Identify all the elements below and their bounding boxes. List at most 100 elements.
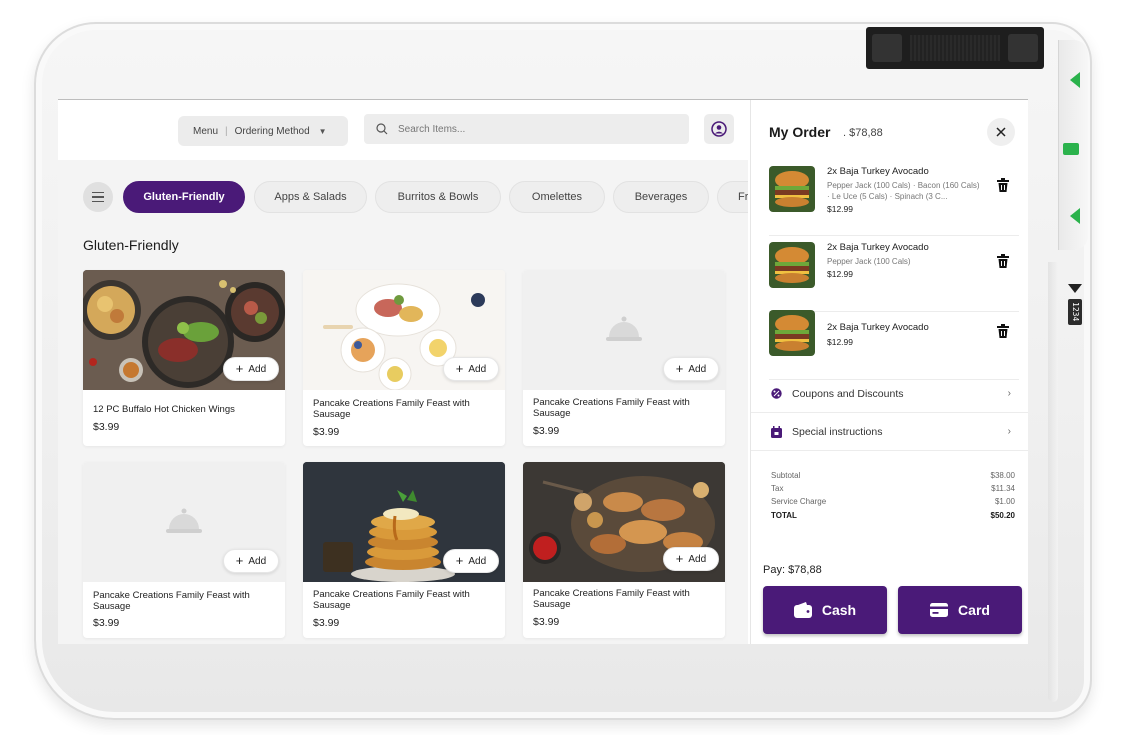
order-item-price: $12.99: [827, 269, 853, 279]
product-name: Pancake Creations Family Feast with Saus…: [533, 397, 690, 419]
burger-thumbnail: [769, 166, 815, 212]
order-item-modifiers: Pepper Jack (100 Cals): [827, 257, 911, 266]
special-instructions-row[interactable]: Special instructions ›: [751, 413, 1028, 451]
green-arrow-icon: [1070, 72, 1080, 88]
product-price: $3.99: [313, 426, 340, 438]
product-name: Pancake Creations Family Feast with Saus…: [313, 398, 470, 420]
camera-lens: [872, 34, 902, 62]
trash-icon: [997, 254, 1009, 268]
order-total: . $78,88: [843, 127, 883, 139]
top-bar: Menu | Ordering Method ▼: [58, 100, 748, 160]
user-profile-button[interactable]: [704, 114, 734, 144]
order-totals: Subtotal $38.00 Tax $11.34 Service Charge $…: [771, 471, 1015, 524]
card-button[interactable]: Card: [898, 586, 1022, 634]
cash-label: Cash: [821, 602, 857, 618]
product-card[interactable]: + Add Pancake Creations Family Feast with…: [83, 462, 285, 638]
add-button[interactable]: + Add: [443, 357, 499, 381]
order-title: My Order: [769, 124, 831, 140]
delete-button[interactable]: [997, 324, 1009, 343]
add-button[interactable]: + Add: [223, 549, 279, 573]
product-card[interactable]: + Add Pancake Creations Family Feast with…: [303, 270, 505, 446]
product-price: $3.99: [313, 617, 340, 629]
product-price: $3.99: [93, 421, 120, 433]
coupons-discounts-row[interactable]: Coupons and Discounts ›: [751, 375, 1028, 413]
tab-more[interactable]: Fr: [717, 181, 748, 213]
add-button[interactable]: + Add: [663, 547, 719, 571]
green-arrow-icon: [1070, 208, 1080, 224]
order-panel: My Order . $78,88 2x Baja Turkey Avocado…: [750, 100, 1028, 644]
tab-omelettes[interactable]: Omelettes: [509, 181, 605, 213]
order-item: 2x Baja Turkey Avocado Pepper Jack (100 …: [769, 166, 1019, 236]
totals-row-total: TOTAL $50.20: [771, 511, 1015, 520]
product-card[interactable]: + Add 12 PC Buffalo Hot Chicken Wings $3.…: [83, 270, 285, 446]
card-label: Card: [958, 602, 990, 618]
search-bar[interactable]: [364, 114, 689, 144]
order-item-name: 2x Baja Turkey Avocado: [827, 166, 929, 177]
special-instructions-label: Special instructions: [792, 425, 883, 438]
product-card[interactable]: + Add Pancake Creations Family Feast with…: [523, 270, 725, 446]
chevron-down-icon: ▼: [318, 126, 327, 136]
product-card[interactable]: + Add Pancake Creations Family Feast with…: [303, 462, 505, 638]
add-button[interactable]: + Add: [663, 357, 719, 381]
delete-button[interactable]: [997, 254, 1009, 273]
speaker-grille: [910, 35, 1000, 61]
pos-screen: Menu | Ordering Method ▼ Gluten-Friendly…: [58, 99, 1028, 644]
product-price: $3.99: [93, 617, 120, 629]
menu-ordering-method-select[interactable]: Menu | Ordering Method ▼: [178, 116, 348, 146]
ordering-method-label: Ordering Method: [234, 125, 310, 137]
order-item: 2x Baja Turkey Avocado Pepper Jack (100 …: [769, 242, 1019, 312]
totals-row: Subtotal $38.00: [771, 471, 1015, 480]
search-input[interactable]: [398, 123, 658, 135]
triangle-down-icon: [1068, 284, 1082, 293]
add-button[interactable]: + Add: [443, 549, 499, 573]
burger-thumbnail: [769, 310, 815, 356]
close-icon: [996, 127, 1006, 137]
delete-button[interactable]: [997, 178, 1009, 197]
categories-menu-button[interactable]: [83, 182, 113, 212]
order-item-name: 2x Baja Turkey Avocado: [827, 242, 929, 253]
credit-card-icon: [930, 603, 949, 617]
product-name: Pancake Creations Family Feast with Saus…: [93, 590, 250, 612]
wallet-icon: [793, 602, 812, 618]
menu-label: Menu: [193, 125, 219, 137]
product-price: $3.99: [533, 425, 560, 437]
order-item: 2x Baja Turkey Avocado $12.99: [769, 310, 1019, 380]
camera-bar: [866, 27, 1044, 69]
trash-icon: [997, 324, 1009, 338]
burger-thumbnail: [769, 242, 815, 288]
chevron-right-icon: ›: [1007, 426, 1011, 437]
side-strip: [1048, 262, 1058, 702]
product-price: $3.99: [533, 616, 560, 628]
product-card[interactable]: + Add Pancake Creations Family Feast with…: [523, 462, 725, 638]
product-name: 12 PC Buffalo Hot Chicken Wings: [93, 404, 235, 415]
calendar-icon: [771, 425, 782, 438]
trash-icon: [997, 178, 1009, 192]
order-item-modifiers: Pepper Jack (100 Cals) · Bacon (160 Cals…: [827, 181, 980, 201]
status-led: [1063, 143, 1079, 155]
tab-apps-salads[interactable]: Apps & Salads: [254, 181, 367, 213]
product-name: Pancake Creations Family Feast with Saus…: [313, 589, 470, 611]
discount-badge-icon: [771, 388, 782, 399]
pay-amount-label: Pay: $78,88: [763, 564, 822, 576]
order-item-price: $12.99: [827, 337, 853, 347]
tab-burritos-bowls[interactable]: Burritos & Bowls: [375, 181, 501, 213]
menu-panel: Menu | Ordering Method ▼ Gluten-Friendly…: [58, 100, 748, 644]
cash-button[interactable]: Cash: [763, 586, 887, 634]
user-icon: [711, 121, 727, 137]
section-title: Gluten-Friendly: [83, 237, 179, 253]
search-icon: [376, 123, 388, 135]
coupons-label: Coupons and Discounts: [792, 387, 904, 400]
close-button[interactable]: [987, 118, 1015, 146]
product-name: Pancake Creations Family Feast with Saus…: [533, 588, 690, 610]
tab-beverages[interactable]: Beverages: [613, 181, 709, 213]
totals-row: Service Charge $1.00: [771, 497, 1015, 506]
add-button[interactable]: + Add: [223, 357, 279, 381]
order-item-name: 2x Baja Turkey Avocado: [827, 322, 929, 333]
tab-gluten-friendly[interactable]: Gluten-Friendly: [123, 181, 245, 213]
chevron-right-icon: ›: [1007, 388, 1011, 399]
side-tag: 1234: [1068, 299, 1082, 325]
separator: |: [225, 125, 228, 137]
category-tabs: Gluten-Friendly Apps & Salads Burritos &…: [123, 181, 748, 215]
totals-row: Tax $11.34: [771, 484, 1015, 493]
order-item-price: $12.99: [827, 204, 853, 214]
